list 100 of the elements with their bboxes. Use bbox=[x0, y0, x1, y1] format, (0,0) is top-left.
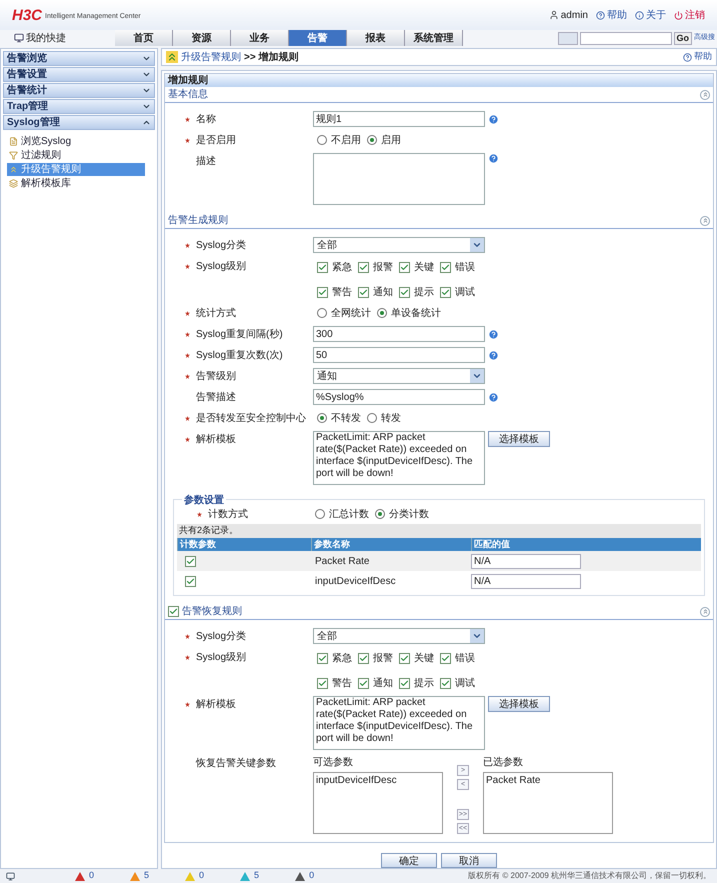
radio-button[interactable] bbox=[317, 308, 327, 318]
nav-tab[interactable]: 业务 bbox=[231, 30, 289, 46]
help-icon[interactable] bbox=[488, 153, 499, 164]
checkbox-label: 警告 bbox=[332, 676, 352, 691]
form-button[interactable]: 确定 bbox=[381, 853, 437, 868]
collapse-icon[interactable] bbox=[700, 90, 710, 100]
breadcrumb-link[interactable]: 升级告警规则 bbox=[181, 50, 241, 64]
help-link[interactable]: 帮助 bbox=[683, 50, 712, 64]
text-field[interactable]: %Syslog% bbox=[313, 389, 485, 405]
checkbox[interactable] bbox=[440, 653, 451, 664]
collapse-icon[interactable] bbox=[700, 216, 710, 226]
checkbox[interactable] bbox=[440, 262, 451, 273]
sidebar-item[interactable]: 解析模板库 bbox=[7, 177, 145, 190]
select-template-button[interactable]: 选择模板 bbox=[488, 431, 550, 447]
radio-label: 转发 bbox=[381, 412, 401, 426]
text-field[interactable]: 50 bbox=[313, 347, 485, 363]
checkbox[interactable] bbox=[440, 287, 451, 298]
checkbox[interactable] bbox=[185, 576, 196, 586]
match-value-field[interactable]: N/A bbox=[471, 554, 581, 568]
help-icon[interactable] bbox=[488, 328, 499, 340]
chevron-down-icon bbox=[472, 371, 482, 381]
header-link[interactable]: 关于 bbox=[635, 8, 666, 22]
help-icon[interactable] bbox=[488, 114, 499, 124]
radio-button[interactable] bbox=[375, 509, 385, 519]
sidebar-item[interactable]: 过滤规则 bbox=[7, 149, 145, 162]
sidebar-item[interactable]: 浏览Syslog bbox=[7, 135, 145, 148]
checkbox-label: 关键 bbox=[414, 260, 434, 275]
section-title: 告警恢复规则 bbox=[182, 604, 242, 619]
checkbox[interactable] bbox=[399, 287, 410, 298]
list-item[interactable]: Packet Rate bbox=[486, 773, 610, 788]
dropdown[interactable]: 全部 bbox=[313, 237, 485, 253]
sidebar-section[interactable]: Trap管理 bbox=[3, 99, 155, 114]
radio-label: 汇总计数 bbox=[329, 508, 369, 522]
alert-icon[interactable] bbox=[75, 872, 85, 880]
sidebar-section[interactable]: 告警浏览 bbox=[3, 51, 155, 66]
record-count: 共有2条记录。 bbox=[177, 524, 701, 538]
search-field[interactable] bbox=[580, 32, 672, 44]
checkbox[interactable] bbox=[317, 262, 328, 273]
description-field[interactable] bbox=[313, 153, 485, 205]
radio-button[interactable] bbox=[315, 509, 325, 519]
list-item[interactable]: inputDeviceIfDesc bbox=[316, 773, 440, 788]
field-label: 告警描述 bbox=[196, 390, 236, 404]
checkbox[interactable] bbox=[358, 678, 369, 689]
alert-count[interactable]: 0 bbox=[309, 869, 314, 883]
checkbox[interactable] bbox=[317, 287, 328, 298]
radio-button[interactable] bbox=[367, 413, 377, 423]
alert-count[interactable]: 0 bbox=[89, 869, 94, 883]
nav-tab[interactable]: 报表 bbox=[347, 30, 405, 46]
checkbox[interactable] bbox=[358, 262, 369, 273]
collapse-icon[interactable] bbox=[700, 606, 710, 616]
text-field[interactable]: 规则1 bbox=[313, 111, 485, 127]
shortcut-label[interactable]: 我的快捷 bbox=[26, 30, 66, 46]
radio-label: 启用 bbox=[381, 134, 401, 148]
checkbox[interactable] bbox=[399, 262, 410, 273]
chevron-down-icon bbox=[472, 240, 482, 250]
template-field[interactable]: PacketLimit: ARP packet rate($(Packet Rate)) exceeded on interface $(inputDeviceIfDesc). The port will be down! bbox=[313, 431, 485, 485]
radio-button[interactable] bbox=[317, 135, 327, 145]
checkbox[interactable] bbox=[358, 287, 369, 298]
go-button[interactable]: Go bbox=[674, 32, 692, 44]
checkbox[interactable] bbox=[168, 606, 179, 617]
select-template-button[interactable]: 选择模板 bbox=[488, 696, 550, 712]
alert-icon[interactable] bbox=[295, 872, 306, 880]
checkbox-label: 警告 bbox=[332, 286, 352, 300]
checkbox[interactable] bbox=[358, 653, 369, 664]
checkbox[interactable] bbox=[399, 678, 410, 689]
checkbox[interactable] bbox=[440, 678, 451, 689]
sidebar-section[interactable]: Syslog管理 bbox=[3, 115, 155, 130]
checkbox[interactable] bbox=[317, 678, 328, 689]
alert-count[interactable]: 5 bbox=[144, 869, 150, 883]
radio-button[interactable] bbox=[317, 413, 327, 423]
sidebar-section[interactable]: 告警设置 bbox=[3, 67, 155, 82]
alert-count[interactable]: 5 bbox=[254, 869, 260, 883]
selected-list[interactable]: Packet Rate bbox=[483, 772, 613, 834]
alert-count[interactable]: 0 bbox=[199, 869, 204, 883]
match-value-field[interactable]: N/A bbox=[471, 574, 581, 588]
nav-tab[interactable]: 首页 bbox=[115, 30, 173, 46]
dropdown[interactable]: 通知 bbox=[313, 368, 485, 384]
nav-tab[interactable]: 系统管理 bbox=[405, 30, 463, 46]
checkbox[interactable] bbox=[317, 653, 328, 664]
checkbox-label: 报警 bbox=[373, 260, 393, 275]
header-link[interactable]: 帮助 bbox=[596, 8, 627, 22]
checkbox[interactable] bbox=[399, 653, 410, 664]
field-label: Syslog级别 bbox=[196, 260, 246, 274]
form-button[interactable]: 取消 bbox=[441, 853, 497, 868]
nav-tab[interactable]: 告警 bbox=[289, 30, 347, 46]
sidebar-section[interactable]: 告警统计 bbox=[3, 83, 155, 98]
nav-tab[interactable]: 资源 bbox=[173, 30, 231, 46]
group-title: 参数设置 bbox=[182, 493, 226, 508]
field-label: 告警级别 bbox=[196, 370, 236, 384]
help-icon[interactable] bbox=[488, 392, 499, 402]
radio-button[interactable] bbox=[367, 135, 377, 145]
template-field[interactable]: PacketLimit: ARP packet rate($(Packet Rate)) exceeded on interface $(inputDeviceIfDesc). The port will be down! bbox=[313, 696, 485, 750]
radio-button[interactable] bbox=[377, 308, 387, 318]
document-icon bbox=[9, 137, 18, 146]
header-link[interactable]: 注销 bbox=[674, 8, 705, 22]
checkbox[interactable] bbox=[185, 556, 196, 566]
available-list[interactable]: inputDeviceIfDesc bbox=[313, 772, 443, 834]
text-field[interactable]: 300 bbox=[313, 326, 485, 342]
dropdown[interactable]: 全部 bbox=[313, 628, 485, 644]
help-icon[interactable] bbox=[488, 350, 499, 360]
